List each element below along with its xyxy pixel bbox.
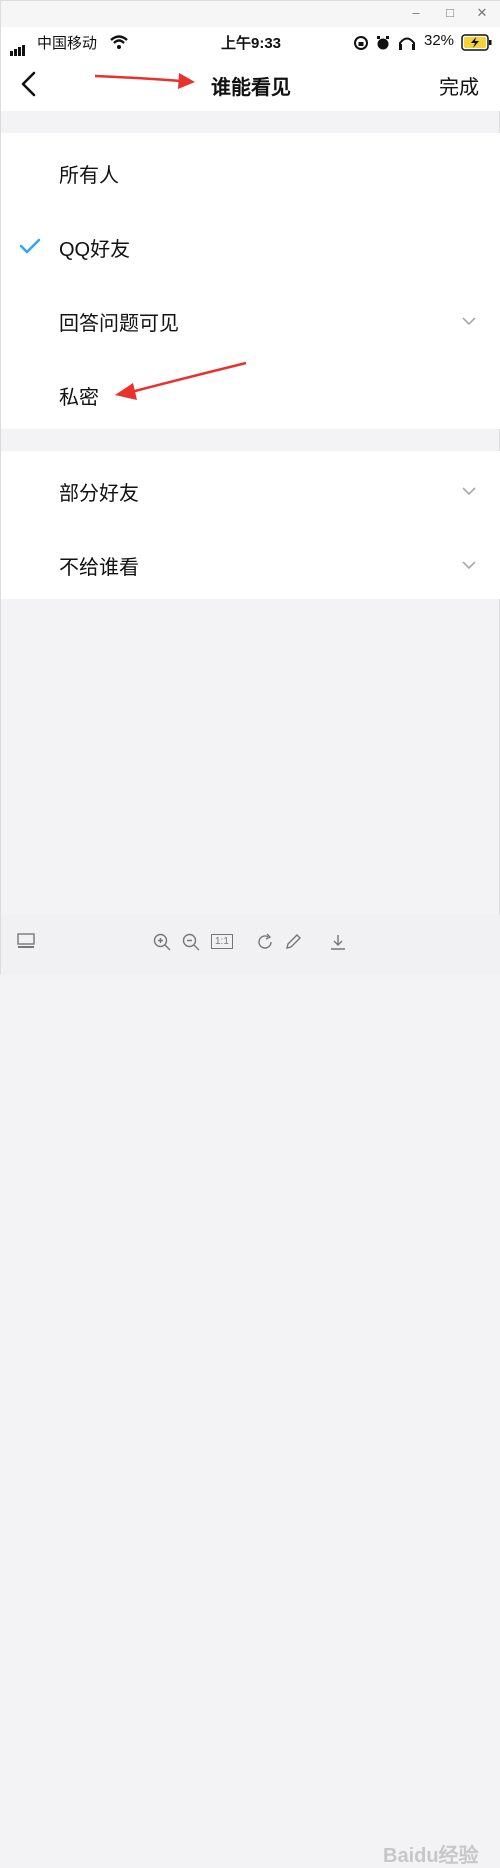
chevron-down-icon[interactable] xyxy=(461,483,477,499)
download-icon[interactable] xyxy=(329,933,347,951)
option-label: QQ好友 xyxy=(59,239,131,261)
app-window: – □ ✕ 中国移动 上午9:33 32% 谁能看见 完成 所有人 QQ好友 回… xyxy=(0,0,500,1867)
option-label: 回答问题可见 xyxy=(59,313,179,335)
option-hide-from[interactable]: 不给谁看 xyxy=(1,527,500,601)
option-answer-question[interactable]: 回答问题可见 xyxy=(1,283,500,357)
viewer-toolbar: 1:1 Baidu经验 xyxy=(1,915,500,1867)
battery-charging-icon xyxy=(461,34,492,51)
annotation-arrow-title xyxy=(94,73,195,89)
option-label: 所有人 xyxy=(59,165,119,187)
option-some-friends[interactable]: 部分好友 xyxy=(1,453,500,527)
option-qq-friends[interactable]: QQ好友 xyxy=(1,209,500,283)
watermark: Baidu经验 xyxy=(383,1845,479,1867)
option-everyone[interactable]: 所有人 xyxy=(1,135,500,209)
alarm-icon xyxy=(377,36,389,50)
page-title: 谁能看见 xyxy=(211,77,291,99)
maximize-button[interactable]: □ xyxy=(439,5,461,20)
status-bar: 中国移动 上午9:33 32% xyxy=(1,27,500,57)
window-titlebar: – □ ✕ xyxy=(1,1,500,27)
zoom-in-icon[interactable] xyxy=(153,933,171,951)
actual-size-button[interactable]: 1:1 xyxy=(211,934,233,949)
thumbnail-icon[interactable] xyxy=(17,933,35,949)
battery-percent: 32% xyxy=(424,32,455,49)
close-button[interactable]: ✕ xyxy=(471,5,493,21)
done-button[interactable]: 完成 xyxy=(439,71,479,100)
annotation-arrow-private xyxy=(115,361,247,400)
zoom-out-icon[interactable] xyxy=(182,933,200,951)
option-label: 部分好友 xyxy=(59,483,139,505)
orientation-lock-icon xyxy=(354,36,368,50)
friend-filter-group: 部分好友 不给谁看 xyxy=(1,451,500,599)
checkmark-icon xyxy=(19,238,41,254)
minimize-button[interactable]: – xyxy=(405,5,427,20)
chevron-down-icon[interactable] xyxy=(461,313,477,329)
edit-icon[interactable] xyxy=(284,933,302,951)
rotate-icon[interactable] xyxy=(256,933,274,951)
option-label: 不给谁看 xyxy=(59,557,139,579)
headphones-icon xyxy=(399,37,415,50)
option-label: 私密 xyxy=(59,387,99,409)
chevron-down-icon[interactable] xyxy=(461,557,477,573)
navigation-bar: 谁能看见 完成 xyxy=(1,57,500,111)
